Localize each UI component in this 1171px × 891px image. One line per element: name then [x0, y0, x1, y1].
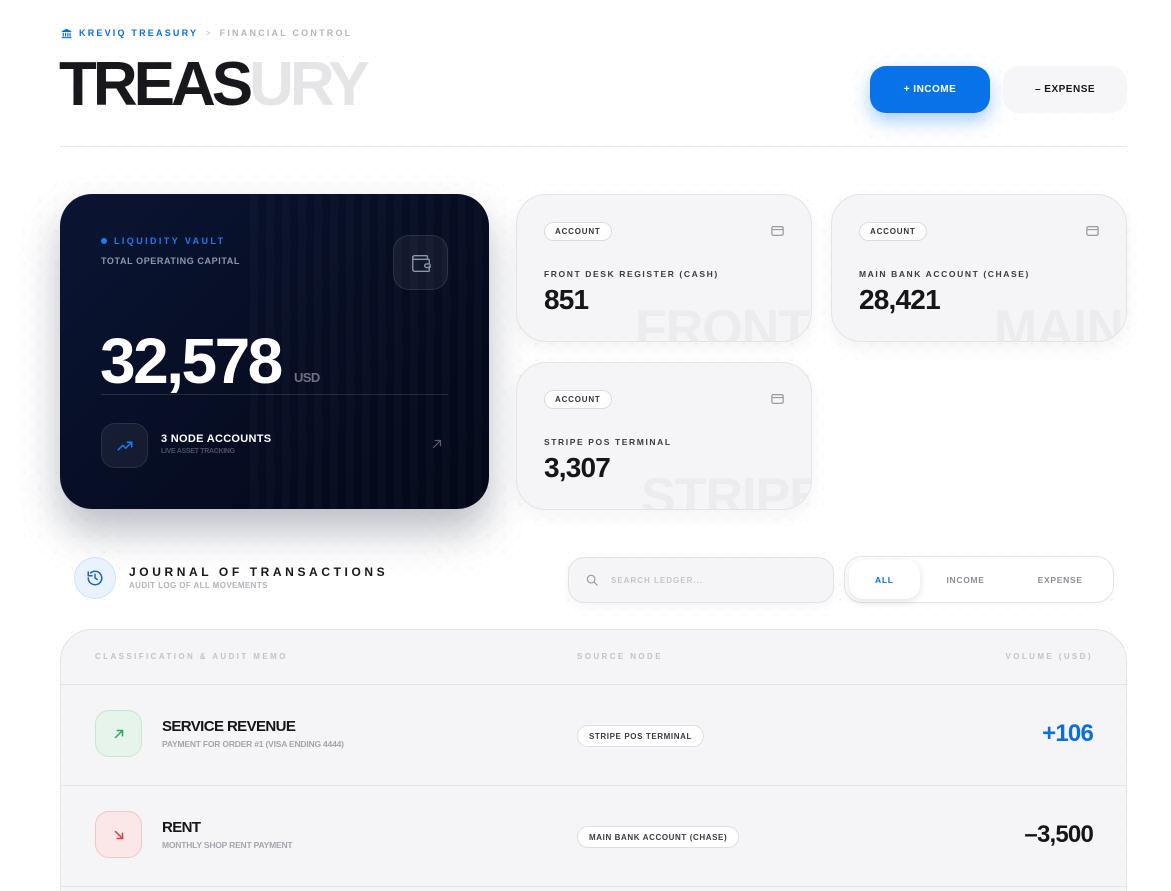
- transaction-memo: MONTHLY SHOP RENT PAYMENT: [162, 840, 293, 850]
- account-card-stripe-pos[interactable]: STRIPE ACCOUNT STRIPE POS TERMINAL 3,307: [516, 362, 812, 510]
- account-watermark: FRONT: [635, 303, 809, 341]
- vault-label-text: LIQUIDITY VAULT: [114, 236, 226, 246]
- header-divider: [60, 146, 1127, 147]
- filter-tab-income[interactable]: INCOME: [920, 560, 1012, 599]
- arrow-down-right-icon: [114, 830, 123, 839]
- account-watermark: STRIPE: [641, 471, 811, 509]
- journal-subtitle: AUDIT LOG OF ALL MOVEMENTS: [129, 581, 268, 590]
- transaction-amount: –3,500: [1024, 821, 1093, 848]
- breadcrumb-current-section: FINANCIAL CONTROL: [219, 28, 353, 38]
- transaction-amount: +106: [1042, 720, 1094, 747]
- history-icon: [87, 570, 103, 586]
- page-title-dark-part: TREAS: [59, 50, 253, 119]
- liquidity-vault-card[interactable]: LIQUIDITY VAULT TOTAL OPERATING CAPITAL …: [60, 194, 489, 509]
- vault-label: LIQUIDITY VAULT: [101, 236, 226, 246]
- node-accounts-count: 3 NODE ACCOUNTS: [161, 433, 272, 445]
- income-badge: [95, 710, 142, 757]
- table-header: CLASSIFICATION & AUDIT MEMO SOURCE NODE …: [61, 630, 1126, 685]
- journal-history-badge: [74, 557, 116, 599]
- search-icon: [586, 574, 598, 586]
- expense-badge: [95, 811, 142, 858]
- vault-divider: [101, 394, 448, 395]
- source-node-pill: STRIPE POS TERMINAL: [577, 725, 704, 747]
- account-balance: 851: [544, 284, 589, 315]
- filter-tab-expense[interactable]: EXPENSE: [1011, 560, 1109, 599]
- transaction-title: SERVICE REVENUE: [162, 718, 296, 735]
- wallet-icon: [411, 254, 431, 272]
- account-balance: 28,421: [859, 284, 941, 315]
- trend-badge: [101, 423, 148, 468]
- column-header-classification: CLASSIFICATION & AUDIT MEMO: [95, 652, 288, 661]
- account-badge: ACCOUNT: [859, 222, 927, 241]
- source-node-pill: MAIN BANK ACCOUNT (CHASE): [577, 826, 740, 848]
- table-row[interactable]: RENT MONTHLY SHOP RENT PAYMENT MAIN BANK…: [61, 786, 1126, 887]
- transactions-table: CLASSIFICATION & AUDIT MEMO SOURCE NODE …: [60, 629, 1127, 891]
- transaction-filter-tabs: ALL INCOME EXPENSE: [844, 556, 1114, 603]
- trending-up-icon: [117, 441, 132, 450]
- credit-card-icon: [771, 394, 784, 404]
- add-income-button[interactable]: + INCOME: [870, 66, 990, 113]
- add-expense-button[interactable]: – EXPENSE: [1003, 66, 1127, 113]
- column-header-source: SOURCE NODE: [577, 652, 663, 661]
- account-name: MAIN BANK ACCOUNT (CHASE): [859, 269, 1030, 279]
- transaction-memo: PAYMENT FOR ORDER #1 (VISA ENDING 4444): [162, 739, 344, 749]
- account-watermark: MAIN: [994, 303, 1123, 341]
- page-title: TREASURY: [59, 50, 370, 119]
- breadcrumb-separator: >: [205, 28, 213, 38]
- account-card-front-desk[interactable]: FRONT ACCOUNT FRONT DESK REGISTER (CASH)…: [516, 194, 812, 342]
- bank-icon: [61, 28, 72, 38]
- vault-currency: USD: [294, 370, 320, 385]
- arrow-up-right-icon[interactable]: [430, 437, 444, 451]
- account-badge: ACCOUNT: [544, 222, 612, 241]
- filter-tab-all[interactable]: ALL: [849, 560, 920, 599]
- column-header-volume: VOLUME (USD): [1005, 652, 1093, 661]
- breadcrumb: KREVIQ TREASURY > FINANCIAL CONTROL: [61, 27, 352, 39]
- search-ledger-input[interactable]: [611, 575, 811, 585]
- vault-total-amount: 32,578: [100, 325, 283, 397]
- search-box[interactable]: [568, 557, 834, 603]
- breadcrumb-brand-link[interactable]: KREVIQ TREASURY: [79, 28, 198, 38]
- account-name: STRIPE POS TERMINAL: [544, 437, 672, 447]
- vault-subtitle: TOTAL OPERATING CAPITAL: [101, 256, 240, 266]
- account-name: FRONT DESK REGISTER (CASH): [544, 269, 719, 279]
- vault-background-pattern: [250, 194, 489, 509]
- account-card-main-bank[interactable]: MAIN ACCOUNT MAIN BANK ACCOUNT (CHASE) 2…: [831, 194, 1127, 342]
- wallet-button[interactable]: [393, 235, 448, 290]
- table-row[interactable]: SERVICE REVENUE PAYMENT FOR ORDER #1 (VI…: [61, 685, 1126, 786]
- node-accounts-subtitle: LIVE ASSET TRACKING: [161, 448, 235, 455]
- transaction-title: RENT: [162, 819, 201, 836]
- credit-card-icon: [771, 226, 784, 236]
- credit-card-icon: [1086, 226, 1099, 236]
- journal-title: JOURNAL OF TRANSACTIONS: [129, 565, 389, 579]
- arrow-up-right-icon: [114, 729, 123, 738]
- page-title-light-part: URY: [249, 50, 370, 119]
- status-dot-icon: [101, 238, 107, 244]
- account-balance: 3,307: [544, 452, 611, 483]
- account-badge: ACCOUNT: [544, 390, 612, 409]
